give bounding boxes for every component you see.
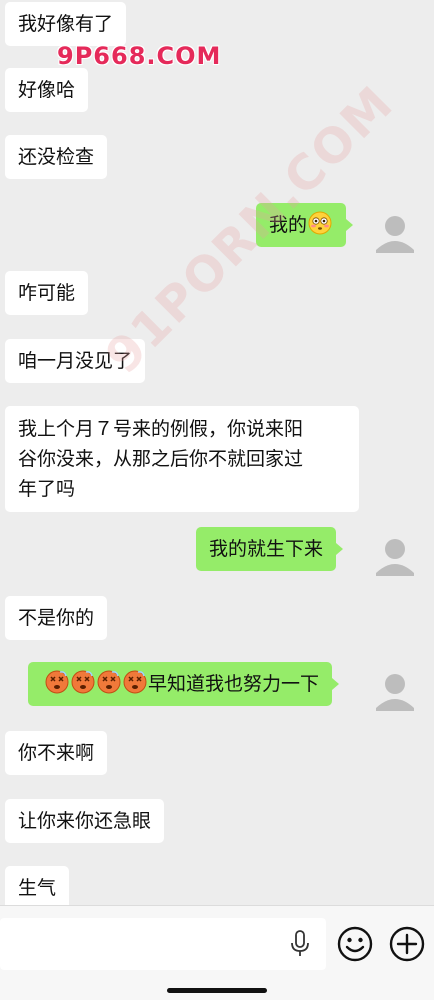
dizzy-face-icon	[45, 670, 69, 694]
home-indicator[interactable]	[167, 988, 267, 993]
flushed-face-icon	[308, 211, 332, 235]
message-bubble[interactable]: 咋可能	[5, 271, 89, 315]
user-avatar[interactable]	[370, 666, 420, 716]
default-avatar-icon	[376, 216, 414, 253]
watermark-top: 9P668.COM	[57, 42, 222, 70]
chat-area[interactable]: 我好像有了 好像哈 还没检查 我的 咋可能 咱一月没见了 我上个月７号来的例假，…	[0, 0, 434, 905]
message-bubble[interactable]: 让你来你还急眼	[5, 799, 165, 843]
microphone-icon[interactable]	[289, 930, 311, 958]
message-text: 不是你的	[18, 607, 95, 629]
message-text: 还没检查	[18, 146, 95, 168]
message-text: 咋可能	[18, 282, 76, 304]
message-text: 你不来啊	[18, 742, 95, 764]
plus-icon[interactable]	[389, 926, 425, 962]
message-text: 好像哈	[18, 79, 76, 101]
emoji-icon[interactable]	[337, 926, 373, 962]
message-bubble[interactable]: 我的就生下来	[196, 527, 344, 571]
watermark-diagonal: 91PORN.COM	[95, 74, 405, 385]
input-bar	[0, 905, 434, 1000]
message-text: 我好像有了	[18, 13, 114, 35]
dizzy-face-icon	[123, 670, 147, 694]
message-text: 我的就生下来	[209, 538, 324, 560]
message-text: 早知道我也努力一下	[148, 673, 320, 695]
default-avatar-icon	[376, 539, 414, 576]
dizzy-face-icon	[97, 670, 121, 694]
message-text: 让你来你还急眼	[18, 810, 152, 832]
message-bubble[interactable]: 不是你的	[5, 596, 108, 640]
message-text: 生气	[18, 877, 57, 899]
message-line: 谷你没来，从那之后你不就回家过	[18, 448, 304, 470]
message-bubble[interactable]: 还没检查	[5, 135, 108, 179]
dizzy-face-icon	[71, 670, 95, 694]
message-bubble[interactable]: 早知道我也努力一下	[28, 662, 340, 706]
message-line: 年了吗	[18, 478, 76, 500]
default-avatar-icon	[376, 674, 414, 711]
message-bubble[interactable]: 好像哈	[5, 68, 89, 112]
message-line: 我上个月７号来的例假，你说来阳	[18, 418, 304, 440]
message-bubble[interactable]: 我好像有了	[5, 2, 127, 46]
user-avatar[interactable]	[370, 208, 420, 258]
user-avatar[interactable]	[370, 531, 420, 581]
message-bubble[interactable]: 生气	[5, 866, 70, 905]
message-input[interactable]	[0, 918, 326, 970]
message-bubble[interactable]: 你不来啊	[5, 731, 108, 775]
message-bubble[interactable]: 我上个月７号来的例假，你说来阳 谷你没来，从那之后你不就回家过 年了吗	[5, 406, 359, 512]
